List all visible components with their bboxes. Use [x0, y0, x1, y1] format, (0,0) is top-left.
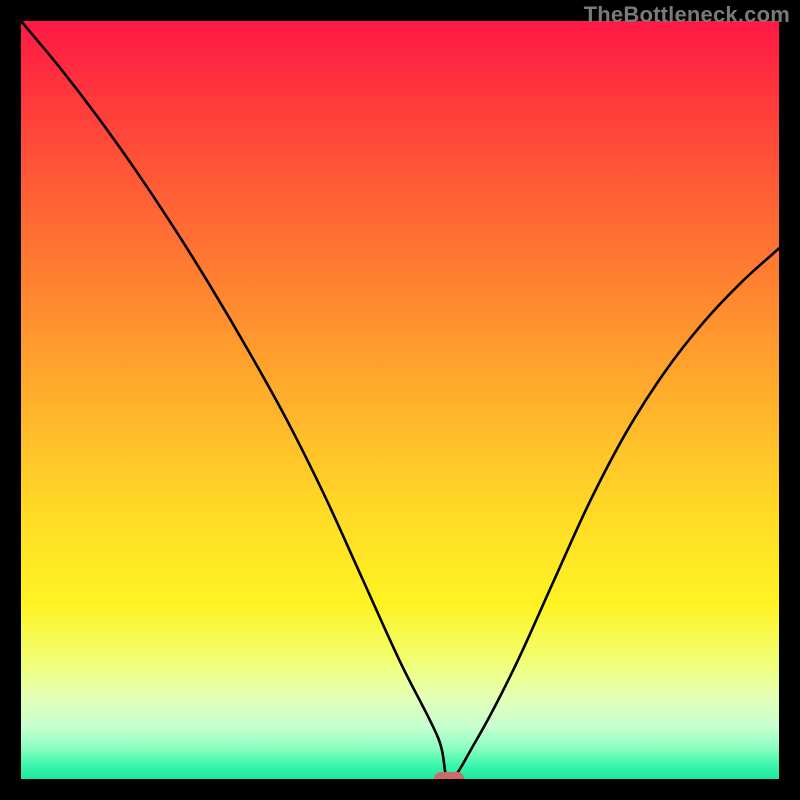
chart-frame: TheBottleneck.com: [0, 0, 800, 800]
minimum-marker: [434, 772, 464, 779]
watermark-text: TheBottleneck.com: [584, 2, 790, 28]
bottleneck-curve: [21, 21, 779, 779]
plot-area: [21, 21, 779, 779]
